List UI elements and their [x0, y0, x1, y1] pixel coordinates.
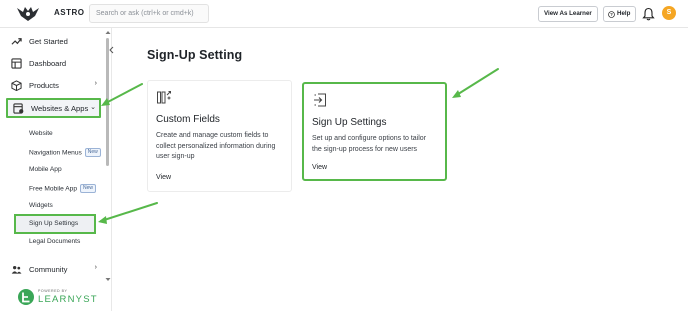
subitem-label: Navigation Menus — [29, 149, 82, 157]
sidebar-subitem-mobile-app[interactable]: Mobile App — [29, 166, 62, 173]
card-title: Custom Fields — [156, 114, 220, 125]
card-title: Sign Up Settings — [312, 117, 387, 128]
learnyst-wordmark: LEARNYST — [38, 294, 98, 305]
brand-name: ASTRO — [54, 8, 85, 17]
arrowhead — [452, 90, 461, 98]
trend-icon — [11, 37, 22, 45]
collapse-sidebar-icon[interactable] — [108, 46, 115, 54]
bell-icon[interactable] — [642, 7, 655, 21]
new-badge: New — [80, 184, 97, 193]
websites-icon — [13, 102, 24, 114]
sidebar-subitem-legal-documents[interactable]: Legal Documents — [29, 238, 80, 245]
sidebar-item-label: Community — [29, 264, 68, 274]
card-description: Set up and configure options to tailor t… — [312, 134, 426, 155]
view-link[interactable]: View — [312, 164, 327, 171]
subitem-label: Legal Documents — [29, 238, 81, 245]
custom-fields-icon — [157, 91, 171, 104]
dashboard-icon — [11, 57, 22, 69]
search-input[interactable]: Search or ask (ctrl+k or cmd+k) — [89, 4, 209, 23]
help-icon: ? — [608, 10, 615, 18]
subitem-label: Mobile App — [29, 166, 62, 173]
box-icon — [11, 79, 22, 91]
sidebar-subitem-navigation-menus[interactable]: Navigation Menus New — [29, 148, 101, 157]
card-description-line: Set up and configure options to tailor — [312, 135, 427, 142]
sidebar-item-label: Websites & Apps — [31, 103, 89, 113]
view-as-learner-button[interactable]: View As Learner — [538, 6, 598, 22]
sidebar-item-community[interactable]: Community › — [6, 260, 100, 278]
sign-up-settings-card[interactable]: Sign Up Settings Set up and configure op… — [302, 82, 447, 181]
sidebar-item-products[interactable]: Products › — [6, 76, 100, 94]
view-link[interactable]: View — [156, 174, 171, 181]
sidebar-item-label: Products — [29, 80, 59, 90]
sidebar-subitem-sign-up-settings[interactable]: Sign Up Settings — [29, 220, 78, 227]
sidebar-subitem-website[interactable]: Website — [29, 130, 53, 137]
powered-by-label: POWERED BY — [38, 289, 68, 293]
chevron-down-icon: ⌄ — [90, 104, 96, 111]
sidebar-item-websites-apps[interactable]: Websites & Apps ⌄ — [6, 98, 101, 118]
sidebar-item-dashboard[interactable]: Dashboard — [6, 54, 100, 72]
card-description-line: the sign-up process for new users — [312, 145, 418, 153]
card-description-line: collect personalized information during — [156, 142, 276, 150]
svg-text:?: ? — [610, 12, 613, 17]
sidebar-item-label: Get Started — [29, 36, 68, 46]
sidebar-scrollbar[interactable] — [106, 38, 109, 166]
sidebar-subitem-widgets[interactable]: Widgets — [29, 202, 53, 209]
astro-logo-icon[interactable] — [15, 5, 41, 23]
community-icon — [11, 265, 22, 274]
new-badge: New — [84, 148, 101, 157]
learnyst-logo: POWERED BY LEARNYST — [16, 286, 98, 308]
scroll-down-icon[interactable] — [105, 277, 111, 282]
sidebar-item-get-started[interactable]: Get Started — [6, 32, 100, 50]
top-bar: ASTRO Search or ask (ctrl+k or cmd+k) Vi… — [0, 0, 688, 28]
subitem-label: Free Mobile App — [29, 185, 78, 193]
chevron-right-icon: › — [94, 264, 97, 271]
subitem-label: Widgets — [29, 202, 53, 209]
card-description-line: user sign-up — [156, 153, 195, 160]
help-button[interactable]: ? Help — [603, 6, 637, 22]
arrow-to-sign-up-card — [454, 68, 499, 97]
card-description: Create and manage custom fields to colle… — [156, 131, 275, 163]
sidebar-subitem-free-mobile-app[interactable]: Free Mobile App New — [29, 184, 97, 193]
card-description-line: Create and manage custom fields to — [156, 132, 269, 139]
sign-in-icon — [314, 93, 326, 107]
page-title: Sign-Up Setting — [147, 48, 243, 62]
chevron-right-icon: › — [94, 80, 97, 87]
custom-fields-card[interactable]: Custom Fields Create and manage custom f… — [147, 80, 292, 192]
user-avatar[interactable]: S — [662, 6, 676, 20]
sidebar-item-label: Dashboard — [29, 58, 67, 68]
help-label: Help — [617, 10, 631, 17]
scroll-up-icon[interactable] — [105, 30, 111, 35]
subitem-label: Website — [29, 130, 53, 137]
subitem-label: Sign Up Settings — [29, 220, 79, 227]
